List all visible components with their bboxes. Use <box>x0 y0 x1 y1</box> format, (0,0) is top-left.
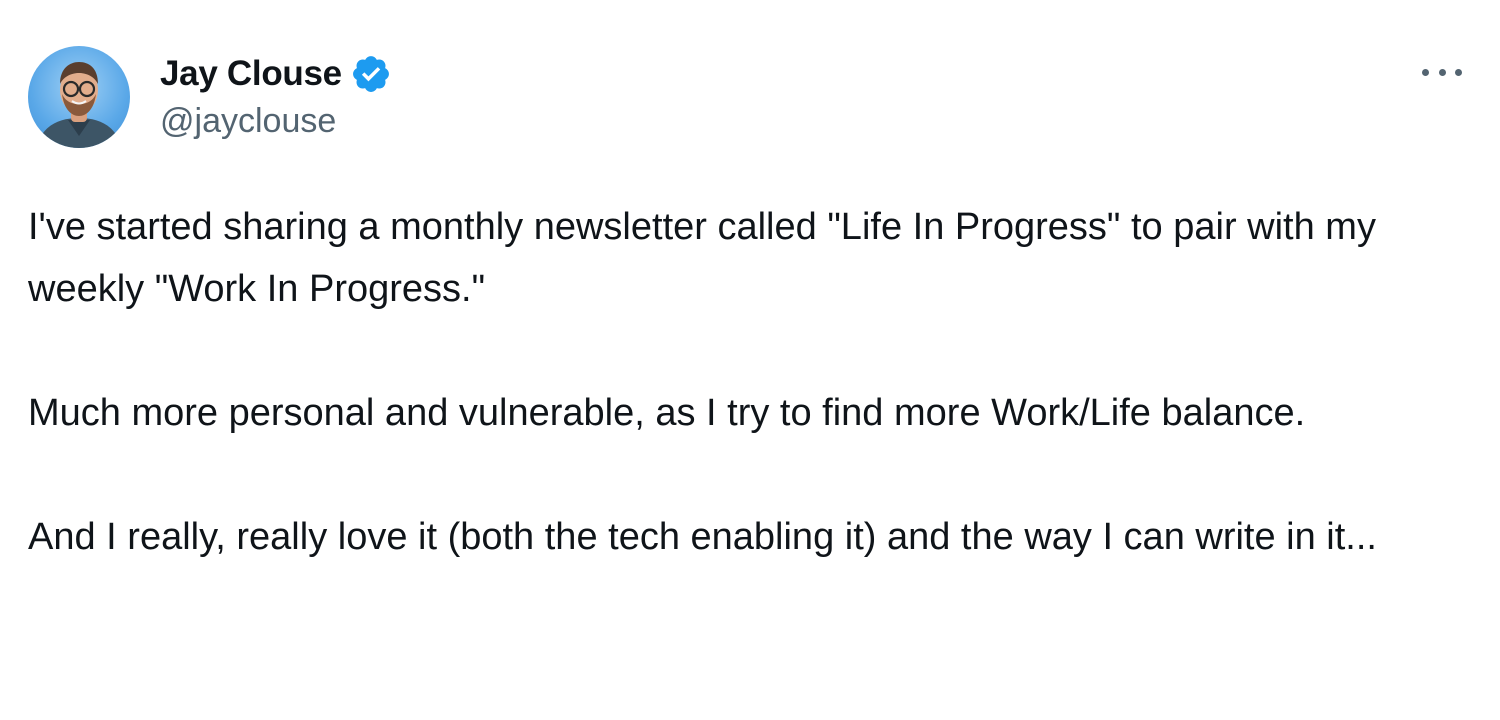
avatar-photo-icon <box>36 62 122 148</box>
tweet-paragraph: I've started sharing a monthly newslette… <box>28 206 1376 310</box>
dot <box>1455 68 1462 76</box>
avatar[interactable] <box>28 46 130 148</box>
dot <box>1438 68 1446 76</box>
dot <box>1422 68 1429 76</box>
verified-badge-icon[interactable] <box>350 53 392 95</box>
tweet-card: Jay Clouse @jayclouse I've started shari… <box>0 0 1500 720</box>
author-handle[interactable]: @jayclouse <box>160 102 336 141</box>
author-name-row: Jay Clouse <box>160 52 392 96</box>
tweet-paragraph: And I really, really love it (both the t… <box>28 516 1377 558</box>
more-options-icon[interactable] <box>1422 60 1462 84</box>
author-display-name[interactable]: Jay Clouse <box>160 54 342 94</box>
tweet-paragraph: Much more personal and vulnerable, as I … <box>28 392 1306 434</box>
tweet-body: I've started sharing a monthly newslette… <box>28 196 1468 568</box>
